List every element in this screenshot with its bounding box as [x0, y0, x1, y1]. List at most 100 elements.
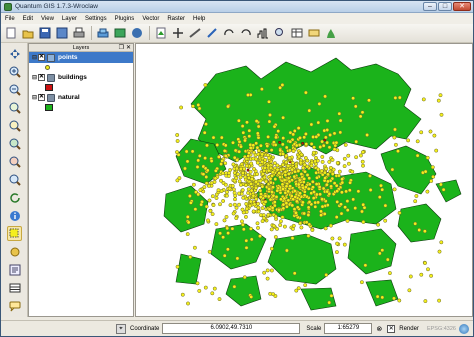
new-project-icon[interactable]	[4, 26, 18, 40]
add-raster-icon[interactable]	[113, 26, 127, 40]
select-icon[interactable]	[7, 226, 22, 241]
map-point	[328, 223, 333, 228]
map-point	[183, 166, 187, 171]
coordinate-toggle-icon[interactable]: ⌖	[116, 323, 126, 334]
map-point	[323, 176, 328, 181]
menu-edit[interactable]: Edit	[23, 16, 33, 22]
map-point	[254, 141, 259, 146]
menu-view[interactable]: View	[41, 16, 54, 22]
map-point	[261, 213, 266, 218]
coordinate-field[interactable]: 6.0902,49.7310	[162, 323, 301, 334]
redo-icon[interactable]	[222, 26, 236, 40]
menu-raster[interactable]: Raster	[167, 16, 185, 22]
map-point	[281, 115, 286, 120]
menu-help[interactable]: Help	[193, 16, 205, 22]
menu-settings[interactable]: Settings	[85, 16, 107, 22]
menu-layer[interactable]: Layer	[62, 16, 77, 22]
stop-render-icon[interactable]: ⊗	[376, 325, 382, 333]
layer-visibility-checkbox[interactable]: ✕	[38, 94, 45, 101]
minimize-button[interactable]: –	[423, 2, 437, 11]
label-icon[interactable]	[307, 26, 321, 40]
zoom-in-icon[interactable]	[7, 64, 22, 79]
map-point	[241, 170, 245, 175]
map-point	[185, 214, 190, 219]
map-point	[219, 178, 223, 183]
map-point	[316, 167, 321, 172]
map-point	[251, 209, 256, 214]
map-point	[438, 93, 443, 98]
zoom-last-icon[interactable]	[7, 154, 22, 169]
map-point	[249, 294, 254, 299]
save-icon[interactable]	[38, 26, 52, 40]
scale-field[interactable]: 1:65279	[324, 323, 373, 334]
annotation-icon[interactable]	[7, 298, 22, 313]
print-icon[interactable]	[72, 26, 86, 40]
layer-item-points[interactable]: ⊟ ✕ points	[29, 52, 133, 63]
pan-icon[interactable]	[171, 26, 185, 40]
map-point	[175, 139, 180, 143]
map-tips-icon[interactable]	[7, 244, 22, 259]
menu-file[interactable]: File	[5, 16, 15, 22]
zoom-selection-icon[interactable]	[7, 118, 22, 133]
crs-status[interactable]: EPSG:4326	[427, 326, 456, 332]
map-point	[256, 201, 260, 206]
identify-icon[interactable]	[7, 208, 22, 223]
close-panel-icon[interactable]: ✕	[126, 44, 131, 52]
attribute-table-icon[interactable]	[7, 280, 22, 295]
identify-icon[interactable]	[273, 26, 287, 40]
map-point	[201, 172, 206, 177]
zoom-layer-icon[interactable]	[7, 136, 22, 151]
globe-icon[interactable]	[458, 323, 469, 334]
layer-item-natural[interactable]: ⊟ ✕ natural	[29, 92, 133, 103]
menu-vector[interactable]: Vector	[142, 16, 159, 22]
close-button[interactable]: ✕	[453, 2, 471, 11]
histogram-icon[interactable]	[256, 26, 270, 40]
save-as-icon[interactable]	[55, 26, 69, 40]
map-point	[343, 142, 348, 147]
bookmark-icon[interactable]	[7, 262, 22, 277]
map-point	[235, 256, 240, 261]
add-postgis-icon[interactable]	[130, 26, 144, 40]
map-point	[300, 200, 305, 205]
folder-open-icon[interactable]	[21, 26, 35, 40]
undo-icon[interactable]	[239, 26, 253, 40]
menu-plugins[interactable]: Plugins	[115, 16, 135, 22]
map-point	[299, 152, 304, 157]
float-panel-icon[interactable]: ❐	[119, 44, 124, 52]
map-canvas[interactable]	[135, 43, 473, 317]
status-bar: ⌖ Coordinate 6.0902,49.7310 Scale 1:6527…	[1, 320, 473, 336]
map-point	[237, 179, 242, 184]
grass-icon[interactable]	[324, 26, 338, 40]
digitize-icon[interactable]	[205, 26, 219, 40]
maximize-button[interactable]: □	[438, 2, 452, 11]
layer-name: natural	[58, 94, 80, 101]
map-point	[429, 273, 434, 278]
layer-item-buildings[interactable]: ⊟ ✕ buildings	[29, 72, 133, 83]
map-point	[225, 226, 230, 231]
map-point	[255, 160, 260, 165]
layer-visibility-checkbox[interactable]: ✕	[38, 74, 45, 81]
pan-icon[interactable]	[7, 46, 22, 61]
map-point	[247, 128, 252, 133]
map-point	[232, 155, 237, 160]
new-shapefile-icon[interactable]	[154, 26, 168, 40]
zoom-next-icon[interactable]	[7, 172, 22, 187]
table-icon[interactable]	[290, 26, 304, 40]
map-point	[323, 226, 328, 231]
map-point	[390, 167, 395, 172]
map-point	[293, 194, 298, 199]
add-layer-icon[interactable]	[96, 26, 110, 40]
map-point	[325, 118, 330, 123]
map-point	[287, 156, 292, 160]
refresh-icon[interactable]	[7, 190, 22, 205]
zoom-full-icon[interactable]	[7, 100, 22, 115]
map-point	[249, 237, 254, 242]
map-point	[314, 134, 319, 139]
map-point	[221, 235, 226, 240]
render-checkbox[interactable]: ✕	[387, 324, 396, 333]
layer-visibility-checkbox[interactable]: ✕	[38, 54, 45, 61]
map-point	[240, 188, 245, 193]
measure-icon[interactable]	[188, 26, 202, 40]
map-point	[432, 133, 437, 138]
zoom-out-icon[interactable]	[7, 82, 22, 97]
